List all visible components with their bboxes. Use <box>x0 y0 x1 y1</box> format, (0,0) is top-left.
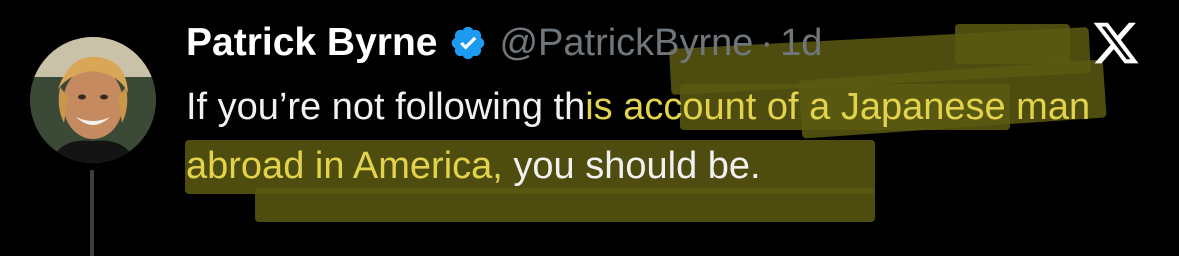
tweet-time[interactable]: 1d <box>780 22 822 64</box>
highlighter-mark <box>955 24 1070 64</box>
tweet-meta: @PatrickByrne · 1d <box>499 22 822 65</box>
meta-separator: · <box>760 21 774 64</box>
avatar-photo <box>30 37 156 163</box>
author-handle[interactable]: @PatrickByrne <box>499 22 753 64</box>
avatar[interactable] <box>30 37 156 163</box>
tweet-text-start: If you’re not following th <box>186 86 586 128</box>
tweet-text-end: you should be. <box>502 145 761 187</box>
thread-line <box>90 170 94 256</box>
tweet-header: Patrick Byrne @PatrickByrne · 1d <box>186 18 822 68</box>
author-name[interactable]: Patrick Byrne <box>186 21 437 65</box>
tweet-text: If you’re not following this account of … <box>186 78 1146 196</box>
verified-badge-icon <box>452 26 485 60</box>
x-logo-icon[interactable] <box>1091 18 1141 68</box>
